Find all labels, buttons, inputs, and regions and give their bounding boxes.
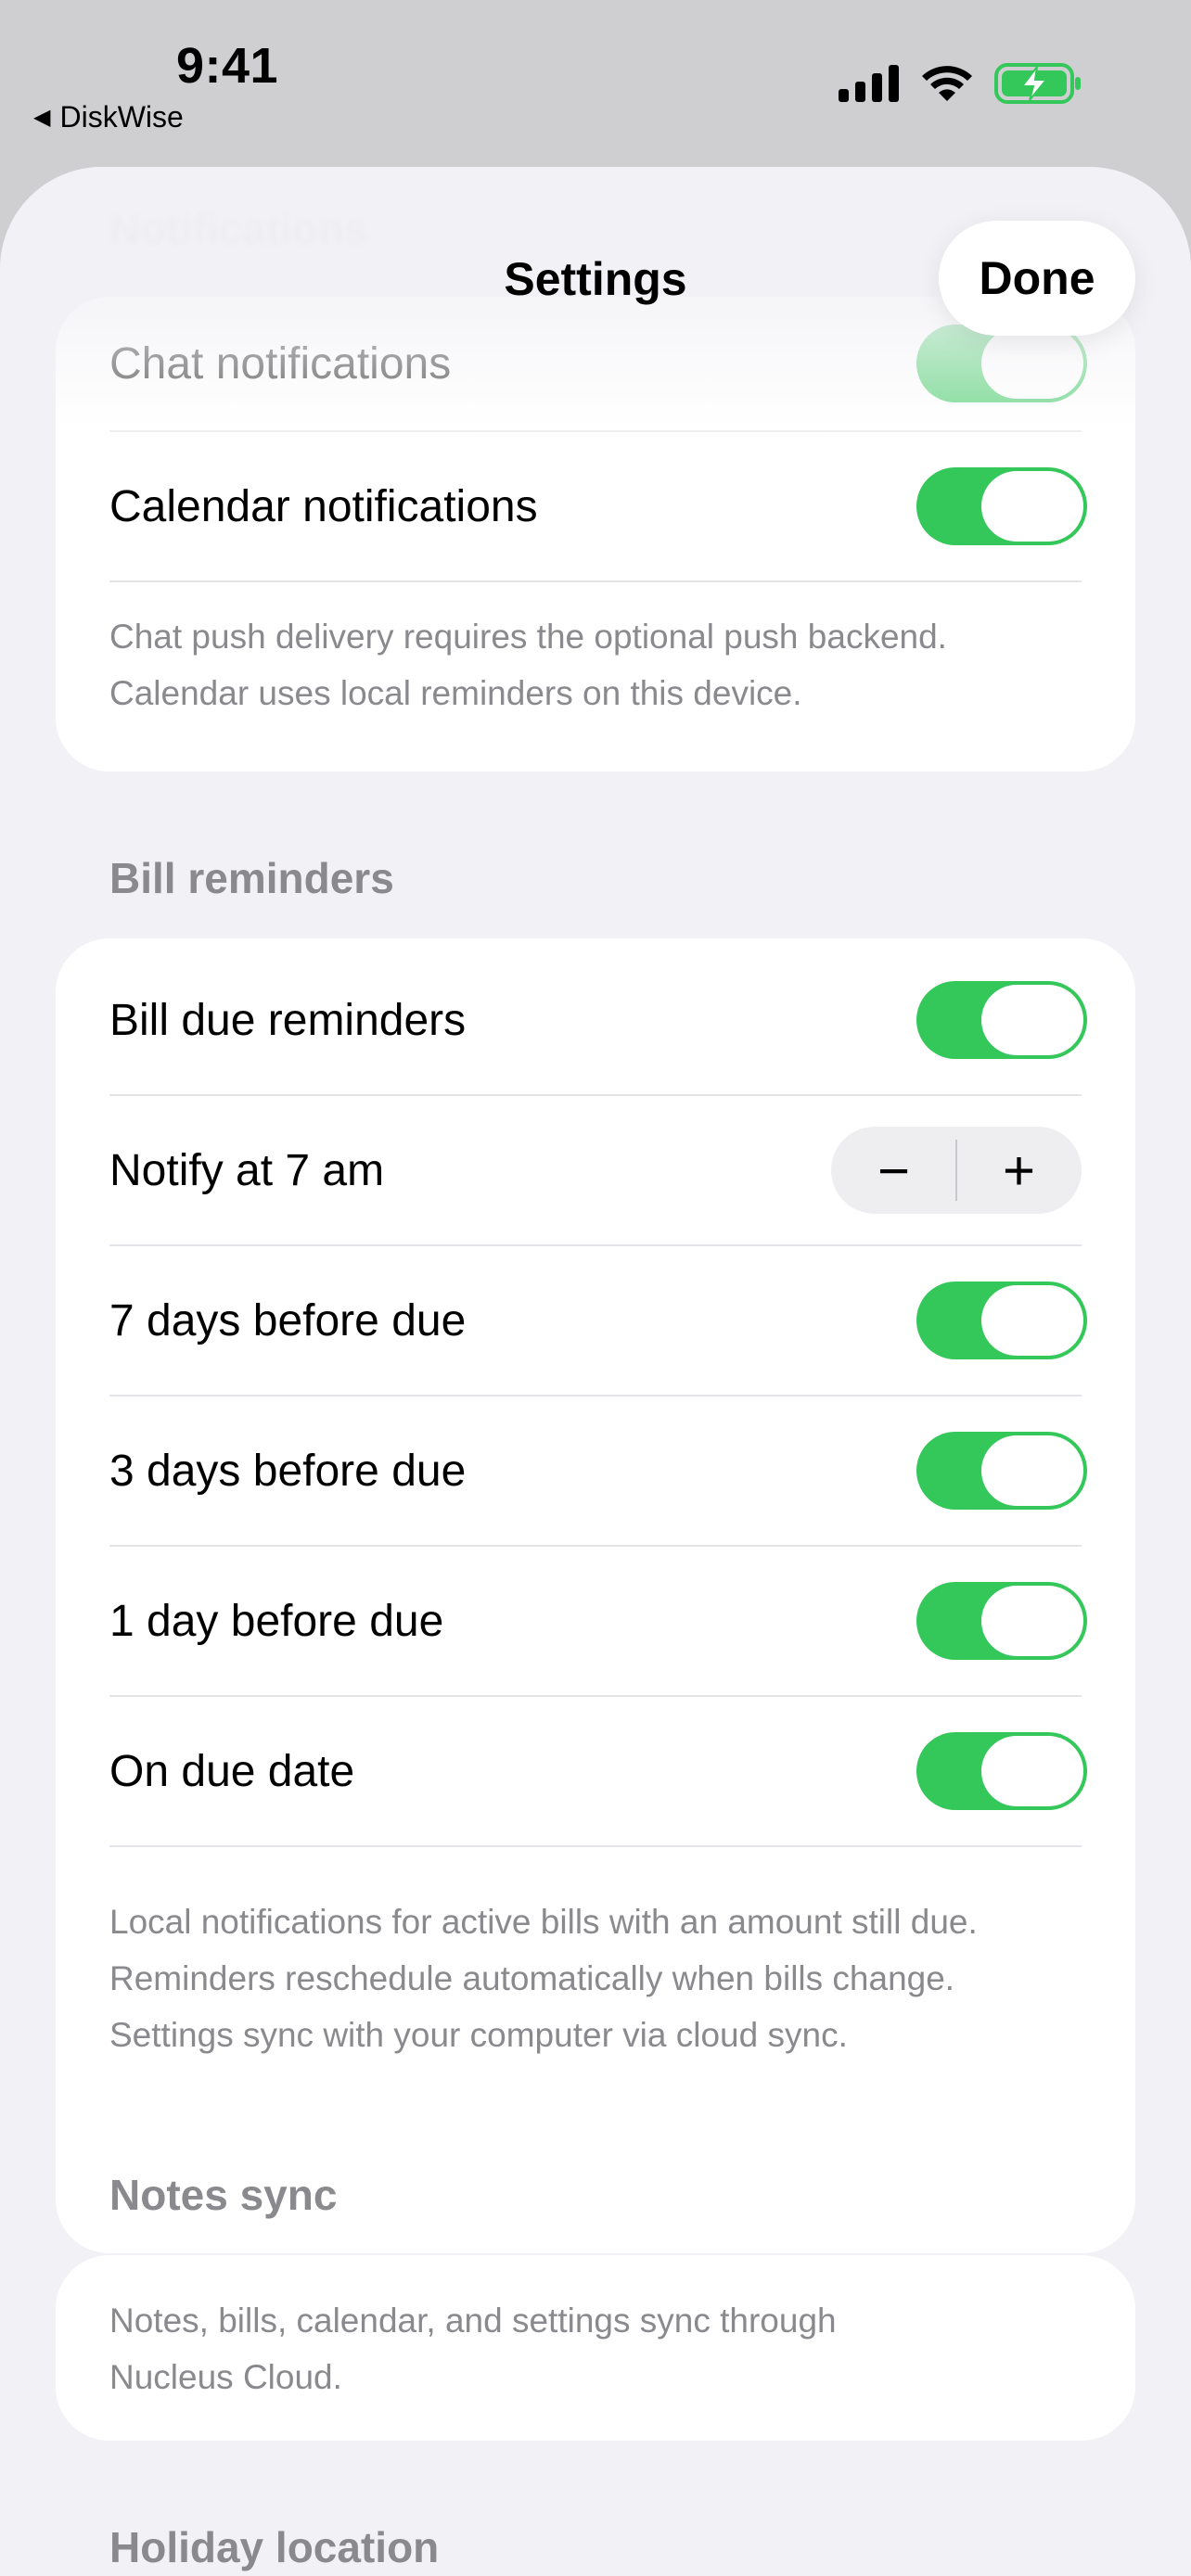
row-calendar-notifications: Calendar notifications bbox=[109, 432, 1087, 582]
back-to-app-button[interactable]: ◀ DiskWise bbox=[33, 100, 184, 134]
footnote-line: Chat push delivery requires the optional… bbox=[109, 618, 947, 656]
toggle-knob bbox=[981, 1285, 1083, 1356]
row-label: Notify at 7 am bbox=[109, 1145, 385, 1195]
row-label: 1 day before due bbox=[109, 1596, 444, 1646]
back-app-label: DiskWise bbox=[59, 100, 184, 134]
row-chat-notifications: Chat notifications bbox=[109, 297, 1087, 432]
chat-notifications-toggle[interactable] bbox=[916, 325, 1087, 402]
status-bar: 9:41 ◀ DiskWise bbox=[0, 0, 1191, 167]
3-days-before-toggle[interactable] bbox=[916, 1432, 1087, 1510]
section-header-holiday-location: Holiday location bbox=[109, 2523, 440, 2571]
cellular-signal-icon bbox=[839, 65, 899, 102]
footnote-line: Local notifications for active bills wit… bbox=[109, 1903, 978, 1941]
row-on-due-date: On due date bbox=[109, 1697, 1087, 1847]
1-day-before-toggle[interactable] bbox=[916, 1582, 1087, 1660]
decrement-button[interactable]: − bbox=[831, 1127, 956, 1214]
increment-button[interactable]: + bbox=[956, 1127, 1082, 1214]
footnote-line: Nucleus Cloud. bbox=[109, 2358, 342, 2396]
toggle-knob bbox=[981, 328, 1083, 399]
toggle-knob bbox=[981, 1435, 1083, 1506]
row-bill-due-reminders: Bill due reminders bbox=[109, 946, 1087, 1096]
notifications-footnote: Chat push delivery requires the optional… bbox=[109, 608, 1082, 721]
row-notify-time: Notify at 7 am − + bbox=[109, 1096, 1082, 1246]
toggle-knob bbox=[981, 471, 1083, 542]
on-due-date-toggle[interactable] bbox=[916, 1732, 1087, 1810]
bill-reminders-card: Bill due reminders Notify at 7 am − + 7 … bbox=[56, 938, 1135, 2253]
7-days-before-toggle[interactable] bbox=[916, 1282, 1087, 1359]
status-time: 9:41 bbox=[176, 38, 279, 94]
footnote-line: Calendar uses local reminders on this de… bbox=[109, 674, 802, 712]
wifi-icon bbox=[922, 66, 972, 101]
stepper-divider bbox=[955, 1140, 957, 1201]
row-7-days-before: 7 days before due bbox=[109, 1246, 1087, 1396]
notifications-card: Chat notifications Calendar notification… bbox=[56, 297, 1135, 772]
row-1-day-before: 1 day before due bbox=[109, 1547, 1087, 1697]
toggle-knob bbox=[981, 985, 1083, 1055]
row-label: 7 days before due bbox=[109, 1295, 467, 1345]
back-triangle-icon: ◀ bbox=[33, 105, 51, 130]
calendar-notifications-toggle[interactable] bbox=[916, 467, 1087, 545]
row-label: Calendar notifications bbox=[109, 481, 538, 531]
row-3-days-before: 3 days before due bbox=[109, 1396, 1087, 1547]
section-header-notifications: Notifications bbox=[109, 205, 368, 253]
toggle-knob bbox=[981, 1736, 1083, 1806]
row-label: On due date bbox=[109, 1746, 355, 1796]
row-label: Chat notifications bbox=[109, 338, 452, 389]
row-label: 3 days before due bbox=[109, 1446, 467, 1496]
bill-due-reminders-toggle[interactable] bbox=[916, 981, 1087, 1059]
notes-sync-card: Notes, bills, calendar, and settings syn… bbox=[56, 2255, 1135, 2441]
settings-sheet: Notifications Chat notifications Calenda… bbox=[0, 167, 1191, 2576]
notify-time-stepper: − + bbox=[831, 1127, 1082, 1214]
done-button[interactable]: Done bbox=[939, 221, 1135, 336]
notes-sync-description: Notes, bills, calendar, and settings syn… bbox=[109, 2292, 1082, 2405]
section-header-notes-sync: Notes sync bbox=[109, 2171, 338, 2219]
row-label: Bill due reminders bbox=[109, 995, 467, 1045]
section-header-bill-reminders: Bill reminders bbox=[109, 854, 394, 902]
footnote-line: Reminders reschedule automatically when … bbox=[109, 1959, 955, 1997]
toggle-knob bbox=[981, 1586, 1083, 1656]
status-icons bbox=[839, 63, 1082, 104]
footnote-line: Notes, bills, calendar, and settings syn… bbox=[109, 2302, 837, 2340]
footnote-line: Settings sync with your computer via clo… bbox=[109, 2016, 848, 2054]
battery-charging-icon bbox=[994, 63, 1081, 104]
bill-reminders-footnote: Local notifications for active bills wit… bbox=[109, 1894, 1082, 2063]
